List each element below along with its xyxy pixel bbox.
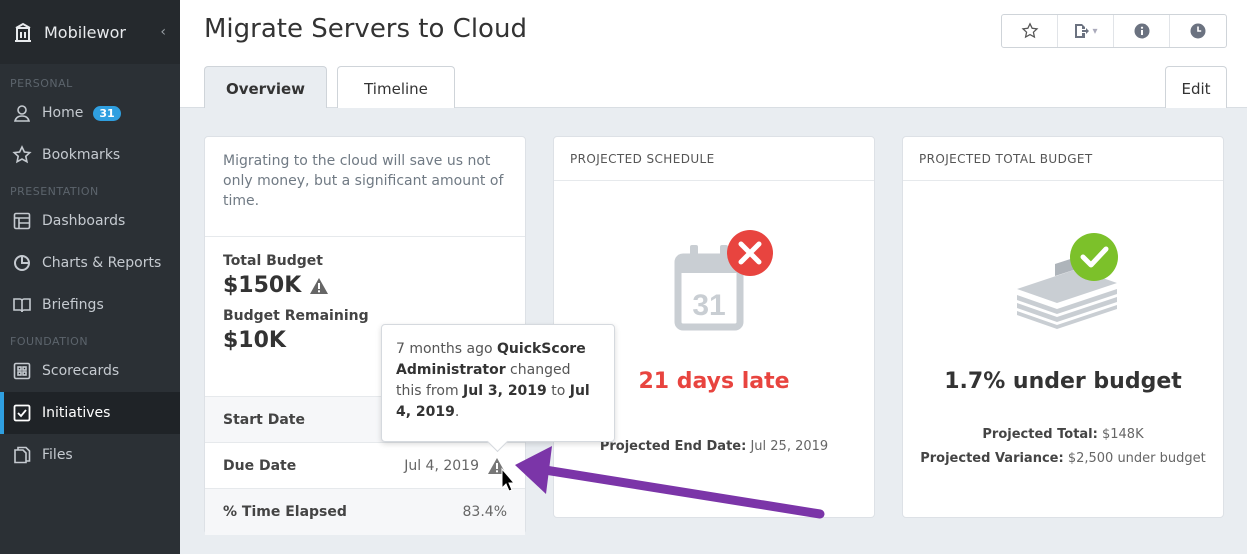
bookmark-button[interactable]: [1002, 15, 1058, 47]
projected-total-value: $148K: [1101, 427, 1144, 442]
projected-variance: Projected Variance: $2,500 under budget: [903, 451, 1223, 466]
overview-content: Migrating to the cloud will save us not …: [180, 108, 1247, 554]
budget-remaining-label: Budget Remaining: [223, 308, 369, 324]
files-icon: [14, 446, 31, 464]
star-outline-icon: [1021, 22, 1038, 39]
sidebar-item-label: Scorecards: [42, 363, 120, 379]
sidebar-item-home[interactable]: Home 31: [0, 92, 180, 134]
money-under-budget-icon: [1017, 233, 1118, 329]
sidebar: Mobilewor ‹ PERSONAL Home 31 Bookmarks P…: [0, 0, 180, 554]
section-label-foundation: FOUNDATION: [10, 334, 89, 348]
building-icon: [15, 22, 31, 42]
time-elapsed-value: 83.4%: [462, 504, 507, 520]
due-date-value: Jul 4, 2019: [404, 457, 479, 474]
section-label-presentation: PRESENTATION: [10, 184, 99, 198]
main-area: Migrate Servers to Cloud ▾ Overview Time…: [180, 0, 1247, 554]
total-budget-row: $150K: [223, 273, 507, 298]
sidebar-item-initiatives[interactable]: Initiatives: [0, 392, 180, 434]
total-budget-label: Total Budget: [223, 253, 323, 269]
clock-icon: [1190, 23, 1206, 39]
tooltip-period: .: [454, 404, 460, 420]
sidebar-item-label: Initiatives: [42, 405, 111, 421]
sidebar-item-briefings[interactable]: Briefings: [0, 284, 180, 326]
calendar-late-icon: 31: [674, 230, 773, 331]
sidebar-item-label: Files: [42, 447, 73, 463]
header-toolbar: ▾: [1001, 14, 1227, 48]
export-dropdown-button[interactable]: ▾: [1058, 15, 1114, 47]
sidebar-item-dashboards[interactable]: Dashboards: [0, 200, 180, 242]
book-icon: [13, 298, 31, 313]
checkbox-icon: [13, 404, 31, 422]
sidebar-item-label: Dashboards: [42, 213, 126, 229]
projected-variance-value: $2,500 under budget: [1067, 451, 1206, 466]
projected-end-date-label: Projected End Date:: [599, 439, 747, 454]
history-button[interactable]: [1170, 15, 1226, 47]
tab-overview[interactable]: Overview: [204, 66, 327, 110]
start-date-label: Start Date: [223, 411, 305, 428]
sidebar-item-files[interactable]: Files: [0, 434, 180, 476]
warning-icon[interactable]: [487, 457, 507, 475]
card-heading: PROJECTED TOTAL BUDGET: [903, 137, 1223, 181]
brand-header[interactable]: Mobilewor ‹: [0, 0, 180, 64]
total-budget-value: $150K: [223, 273, 302, 298]
sidebar-item-label: Home: [42, 105, 84, 121]
change-history-tooltip: 7 months ago QuickScore Administrator ch…: [381, 324, 615, 442]
budget-status: 1.7% under budget: [944, 369, 1182, 394]
projected-total: Projected Total: $148K: [903, 427, 1223, 442]
user-icon: [13, 105, 31, 122]
tab-timeline[interactable]: Timeline: [337, 66, 455, 110]
section-label-personal: PERSONAL: [10, 76, 73, 90]
tooltip-to-word: to: [546, 383, 570, 399]
due-date-row: Due Date Jul 4, 2019: [205, 443, 525, 489]
sidebar-item-scorecards[interactable]: Scorecards: [0, 350, 180, 392]
page-title: Migrate Servers to Cloud: [204, 14, 527, 44]
due-date-label: Due Date: [223, 457, 297, 474]
sidebar-item-label: Charts & Reports: [42, 255, 162, 271]
projected-budget-card: PROJECTED TOTAL BUDGET 1.7% under budget…: [902, 136, 1224, 518]
info-button[interactable]: [1114, 15, 1170, 47]
time-elapsed-row: % Time Elapsed 83.4%: [205, 489, 525, 535]
card-heading: PROJECTED SCHEDULE: [554, 137, 874, 181]
calendar-day-number: 31: [692, 289, 725, 322]
tooltip-old-date: Jul 3, 2019: [463, 383, 547, 399]
dashboard-icon: [13, 212, 31, 230]
star-icon: [12, 145, 32, 164]
pie-chart-icon: [14, 255, 30, 271]
projected-end-date-value: Jul 25, 2019: [750, 439, 829, 454]
edit-button[interactable]: Edit: [1165, 66, 1227, 110]
sidebar-item-label: Briefings: [42, 297, 104, 313]
projected-variance-label: Projected Variance:: [920, 451, 1064, 466]
sidebar-item-bookmarks[interactable]: Bookmarks: [0, 134, 180, 176]
page-header: Migrate Servers to Cloud ▾ Overview Time…: [180, 0, 1247, 110]
info-icon: [1134, 23, 1149, 39]
collapse-sidebar-icon[interactable]: ‹: [160, 24, 166, 40]
sidebar-item-label: Bookmarks: [42, 147, 121, 163]
chevron-down-icon: ▾: [1092, 25, 1098, 37]
export-icon: [1075, 24, 1090, 38]
sidebar-item-charts-reports[interactable]: Charts & Reports: [0, 242, 180, 284]
due-date-value-wrap: Jul 4, 2019: [404, 457, 507, 475]
projected-total-label: Projected Total:: [982, 427, 1098, 442]
initiative-description: Migrating to the cloud will save us not …: [205, 137, 525, 237]
home-count-badge: 31: [93, 105, 121, 121]
time-elapsed-label: % Time Elapsed: [223, 504, 347, 520]
brand-name: Mobilewor: [44, 22, 126, 42]
tooltip-time-ago: 7 months ago: [396, 341, 498, 357]
warning-icon[interactable]: [309, 277, 329, 295]
scorecard-icon: [13, 362, 31, 380]
